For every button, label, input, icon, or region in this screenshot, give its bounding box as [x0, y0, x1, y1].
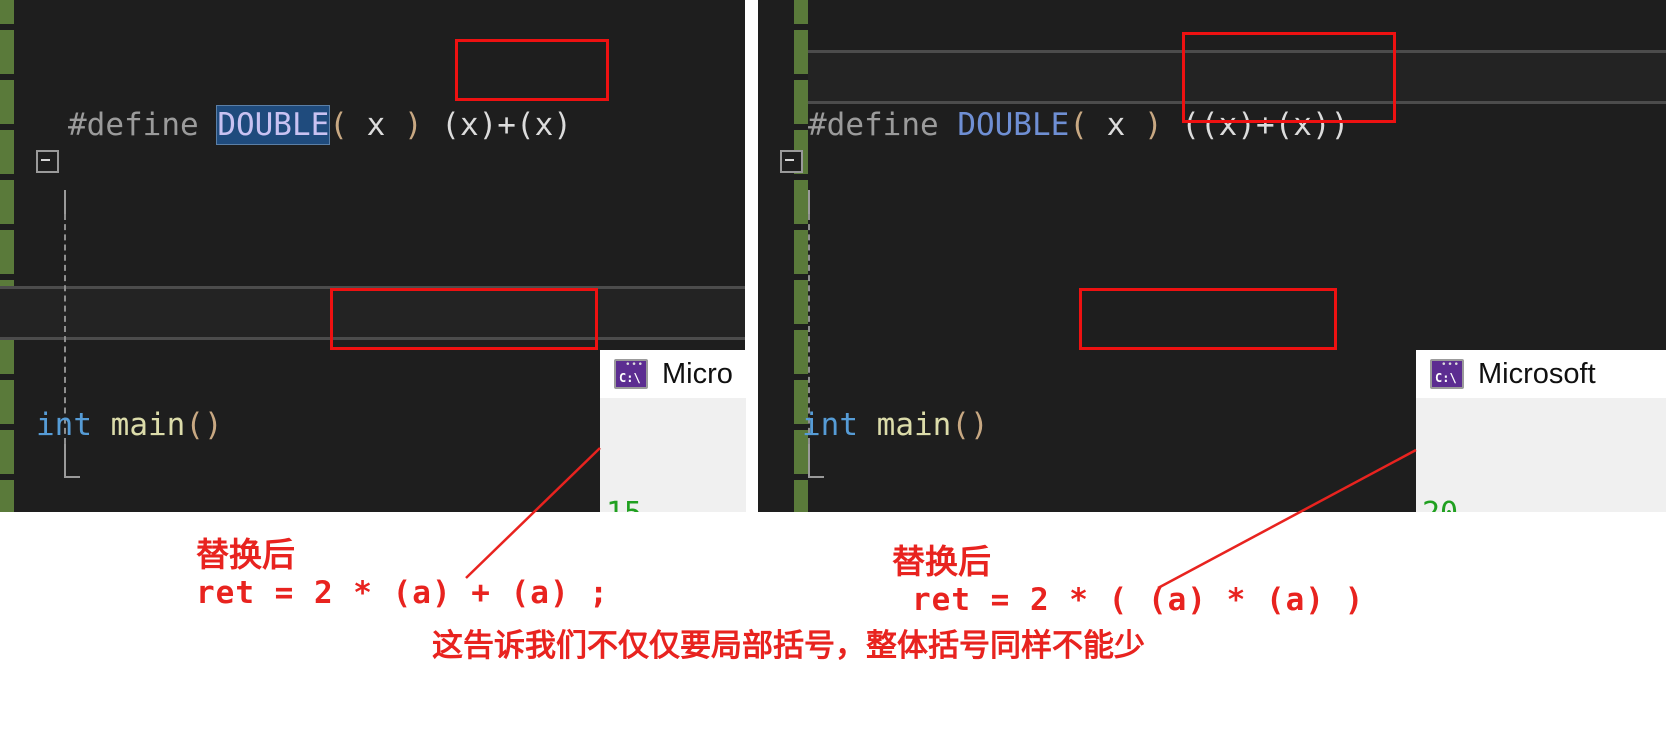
left-console-titlebar: ••• C:\ Micro [600, 350, 746, 398]
code-token: #define [808, 107, 958, 143]
code-token: int [36, 407, 111, 443]
left-console-output: 15 D:\c-lea [600, 398, 746, 512]
left-line-blank-1[interactable] [14, 250, 745, 300]
left-annotation-code: ret = 2 * (a) + (a) ; [196, 575, 609, 611]
footer-note: 这告诉我们不仅仅要局部括号，整体括号同样不能少 [432, 628, 1145, 664]
right-console-titlebar: ••• C:\ Microsoft [1416, 350, 1666, 398]
code-token: (x)+(x) [441, 107, 572, 143]
code-token: ( [329, 107, 367, 143]
code-token: ) [385, 107, 442, 143]
left-line-define[interactable]: #define DOUBLE( x ) (x)+(x) [14, 100, 745, 150]
right-line-blank-1[interactable] [794, 250, 1666, 300]
code-token: DOUBLE [217, 106, 330, 144]
code-token: () [185, 407, 223, 443]
right-annotation-heading: 替换后 [892, 542, 991, 581]
right-console-title: Microsoft [1478, 357, 1596, 390]
code-token: int [802, 407, 877, 443]
code-token: DOUBLE [957, 107, 1070, 143]
right-console-output: 20 D:\c-learni [1416, 398, 1666, 512]
right-debug-console-window[interactable]: ••• C:\ Microsoft 20 D:\c-learni [1416, 350, 1666, 512]
left-change-track-bar [0, 0, 14, 512]
code-token: ( [1069, 107, 1107, 143]
cmd-prompt-icon: ••• C:\ [1430, 359, 1464, 389]
left-annotation-heading: 替换后 [196, 535, 295, 574]
code-token: ) [1125, 107, 1182, 143]
left-console-title: Micro [662, 357, 733, 390]
left-debug-console-window[interactable]: ••• C:\ Micro 15 D:\c-lea [600, 350, 746, 512]
code-token: main [110, 407, 186, 443]
code-token: ((x)+(x)) [1181, 107, 1350, 143]
code-token: #define [68, 107, 218, 143]
right-line-define[interactable]: #define DOUBLE( x ) ((x)+(x)) [794, 100, 1666, 150]
code-token: main [876, 407, 952, 443]
left-console-line-0: 15 [606, 492, 746, 512]
right-console-line-0: 20 [1422, 492, 1666, 512]
cmd-icon-label: C:\ [619, 371, 641, 385]
cmd-icon-label: C:\ [1435, 371, 1457, 385]
cmd-prompt-icon: ••• C:\ [614, 359, 648, 389]
code-token: () [951, 407, 989, 443]
right-annotation-code: ret = 2 * ( (a) * (a) ) [912, 582, 1365, 618]
code-token: x [1106, 107, 1126, 143]
code-token: x [366, 107, 386, 143]
